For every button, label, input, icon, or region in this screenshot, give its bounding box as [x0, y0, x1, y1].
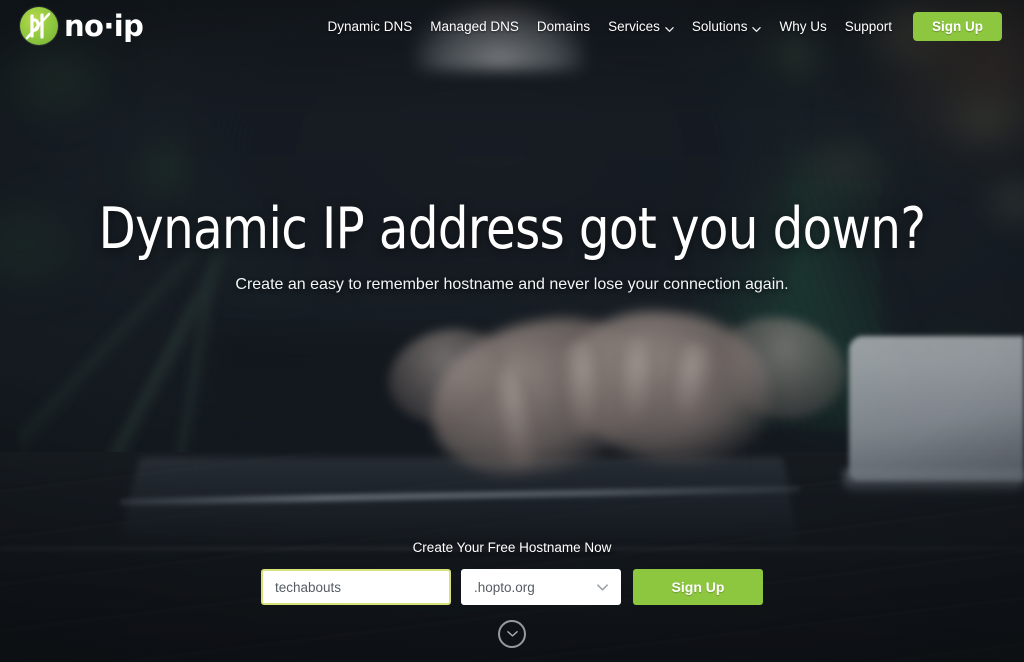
- site-logo[interactable]: no·ip: [20, 7, 144, 45]
- chevron-down-icon: [752, 22, 762, 32]
- site-header: no·ip Dynamic DNS Managed DNS Domains Se…: [0, 0, 1024, 52]
- nav-label: Support: [844, 18, 892, 34]
- nav-item-dynamic-dns[interactable]: Dynamic DNS: [319, 13, 422, 40]
- domain-select[interactable]: .hopto.org: [461, 569, 621, 605]
- hero-section: Dynamic IP address got you down? Create …: [0, 196, 1024, 294]
- nav-label: Why Us: [779, 18, 827, 34]
- nav-item-solutions[interactable]: Solutions: [683, 13, 771, 40]
- domain-select-value: .hopto.org: [474, 579, 535, 595]
- form-heading: Create Your Free Hostname Now: [412, 540, 612, 555]
- nav-label: Solutions: [691, 18, 748, 34]
- nav-label: Services: [608, 18, 660, 34]
- form-controls-row: .hopto.org Sign Up: [0, 569, 1024, 605]
- nav-label: Managed DNS: [430, 18, 519, 34]
- logo-wordmark: no·ip: [64, 8, 144, 43]
- nav-item-domains[interactable]: Domains: [528, 13, 599, 40]
- header-sign-up-button[interactable]: Sign Up: [913, 11, 1002, 41]
- chevron-down-icon: [665, 22, 674, 32]
- scroll-down-circle-icon[interactable]: [498, 620, 526, 648]
- hostname-input[interactable]: [261, 569, 451, 605]
- page-root: no·ip Dynamic DNS Managed DNS Domains Se…: [0, 0, 1024, 662]
- nav-item-services[interactable]: Services: [599, 13, 683, 40]
- form-sign-up-button[interactable]: Sign Up: [633, 569, 763, 605]
- nav-item-managed-dns[interactable]: Managed DNS: [421, 13, 528, 40]
- hostname-signup-form: Create Your Free Hostname Now .hopto.org…: [0, 540, 1024, 605]
- hero-headline: Dynamic IP address got you down?: [98, 196, 926, 262]
- nav-label: Domains: [536, 18, 591, 34]
- noip-circle-logo-icon: [20, 7, 58, 45]
- primary-navigation: Dynamic DNS Managed DNS Domains Services…: [319, 11, 1002, 41]
- chevron-down-icon: [596, 581, 609, 594]
- nav-item-support[interactable]: Support: [836, 13, 901, 40]
- nav-item-why-us[interactable]: Why Us: [770, 13, 835, 40]
- nav-label: Dynamic DNS: [327, 18, 413, 34]
- hero-subheadline: Create an easy to remember hostname and …: [235, 275, 789, 293]
